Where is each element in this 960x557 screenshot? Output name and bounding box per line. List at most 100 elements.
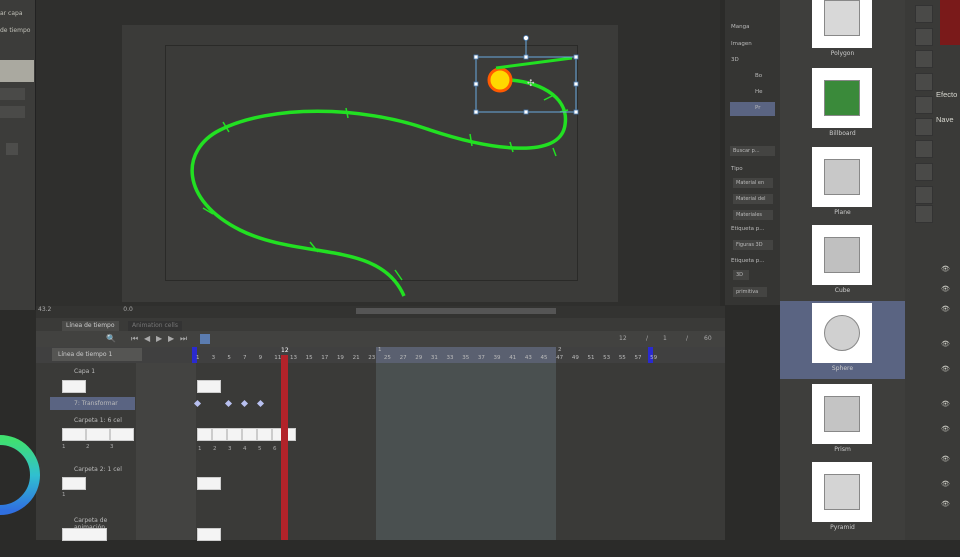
eye-icon[interactable]: 👁 xyxy=(941,500,950,508)
left-panel: ar capa de tiempo xyxy=(0,0,36,310)
tree-item-manga[interactable]: Manga xyxy=(731,24,749,30)
blend-dropdown[interactable] xyxy=(0,88,25,100)
layer-thumbnail[interactable] xyxy=(0,60,34,82)
zoom-value[interactable]: 43.2 xyxy=(38,306,51,313)
material-thumbnail xyxy=(812,68,872,128)
last-frame-button[interactable]: ⏭ xyxy=(180,334,187,344)
keyframe[interactable] xyxy=(240,399,249,408)
material-plane[interactable]: Plane xyxy=(780,145,905,223)
tree-item[interactable]: Bo xyxy=(755,73,762,79)
material-polygon[interactable]: Polygon xyxy=(780,0,905,64)
cell[interactable] xyxy=(197,528,221,541)
material-sphere[interactable]: Sphere xyxy=(780,301,905,379)
cell-number: 1 xyxy=(62,444,66,450)
eye-icon[interactable]: 👁 xyxy=(941,400,950,408)
eye-icon[interactable]: 👁 xyxy=(941,455,950,463)
tipo-label: Tipo xyxy=(731,166,743,172)
keyframe[interactable] xyxy=(225,399,233,408)
eye-icon[interactable]: 👁 xyxy=(941,305,950,313)
color-wheel[interactable] xyxy=(0,395,40,555)
first-frame-button[interactable]: ⏮ xyxy=(131,334,138,344)
tag-button[interactable]: primitiva xyxy=(733,287,767,297)
material-label: Billboard xyxy=(829,130,856,137)
material-billboard[interactable]: Billboard xyxy=(780,66,905,144)
tree-item-selected[interactable]: Pr xyxy=(730,102,775,116)
play-button[interactable]: ▶ xyxy=(156,334,162,343)
material-prism[interactable]: Prism xyxy=(780,382,905,460)
keyframe-ticks xyxy=(202,95,569,281)
cell[interactable] xyxy=(257,428,272,441)
separator: / xyxy=(646,335,649,342)
cell-number: 4 xyxy=(243,446,247,452)
eye-icon[interactable]: 👁 xyxy=(941,480,950,488)
type-button[interactable]: Material en xyxy=(733,178,773,188)
cell[interactable] xyxy=(110,428,134,441)
playhead[interactable]: 12 xyxy=(281,347,289,540)
cell[interactable] xyxy=(62,477,86,490)
cell[interactable] xyxy=(212,428,227,441)
keyframe[interactable] xyxy=(256,399,264,408)
material-pyramid[interactable]: Pyramid xyxy=(780,460,905,538)
current-frame: 12 xyxy=(619,335,627,342)
next-frame-button[interactable]: ▶ xyxy=(168,334,174,343)
cell[interactable] xyxy=(197,428,212,441)
frame-number: 7 xyxy=(242,355,247,361)
eye-icon[interactable]: 👁 xyxy=(941,365,950,373)
section-marker: 2 xyxy=(558,347,562,353)
material-label: Sphere xyxy=(831,365,854,372)
search-button[interactable]: Buscar p... xyxy=(730,146,775,156)
horizontal-scrollbar[interactable] xyxy=(356,308,556,314)
material-thumbnail xyxy=(812,384,872,444)
prev-frame-button[interactable]: ◀ xyxy=(144,334,150,343)
eye-icon[interactable]: 👁 xyxy=(941,340,950,348)
layer-row-selected[interactable]: 7: Transformar xyxy=(50,397,135,410)
eye-icon[interactable]: 👁 xyxy=(941,265,950,273)
eye-icon[interactable]: 👁 xyxy=(941,285,950,293)
frame-number: 9 xyxy=(258,355,263,361)
frame-number: 27 xyxy=(399,355,407,361)
pre-range xyxy=(136,363,196,540)
frame-number: 25 xyxy=(383,355,391,361)
cell[interactable] xyxy=(86,428,110,441)
material-thumbnail xyxy=(812,462,872,522)
tree-item-image[interactable]: Imagen xyxy=(731,41,752,47)
layer-row[interactable]: Carpeta de animación xyxy=(50,514,135,531)
opacity-dropdown[interactable] xyxy=(0,106,25,118)
eye-icon[interactable]: 👁 xyxy=(941,425,950,433)
zoom-out-icon[interactable]: 🔍 xyxy=(106,334,116,343)
left-item[interactable]: de tiempo xyxy=(0,27,30,34)
layer-row[interactable]: Capa 1 xyxy=(50,365,135,378)
angle-value[interactable]: 0.0 xyxy=(123,306,133,313)
cell[interactable] xyxy=(197,380,221,393)
type-button[interactable]: Material del xyxy=(733,194,773,204)
frame-number: 37 xyxy=(477,355,485,361)
tag-button[interactable]: 3D xyxy=(733,270,749,280)
section-marker: 1 xyxy=(378,347,382,353)
tab-animation-cells[interactable]: Animation cells xyxy=(128,321,182,331)
center-icon: ✣ xyxy=(527,79,535,89)
tag-button[interactable]: Figuras 3D xyxy=(733,240,773,250)
layer-row[interactable]: Carpeta 1: 6 cel xyxy=(50,414,135,427)
motion-path[interactable]: ✣ xyxy=(36,0,720,306)
cell[interactable] xyxy=(242,428,257,441)
cell[interactable] xyxy=(62,428,86,441)
tab-timeline[interactable]: Línea de tiempo xyxy=(62,321,119,331)
cell-number: 3 xyxy=(110,444,114,450)
playhead-label: 12 xyxy=(281,347,289,354)
tool-button[interactable] xyxy=(6,143,18,155)
left-item[interactable]: ar capa xyxy=(0,10,23,17)
frame-number: 35 xyxy=(462,355,470,361)
panel-label-navigator: Nave xyxy=(935,115,955,124)
type-button[interactable]: Materiales xyxy=(733,210,773,220)
frame-number: 55 xyxy=(618,355,626,361)
material-cube[interactable]: Cube xyxy=(780,223,905,301)
tree-item-3d[interactable]: 3D xyxy=(731,57,739,63)
frame-number: 47 xyxy=(556,355,564,361)
timeline-selector[interactable]: Línea de tiempo 1 xyxy=(52,348,142,361)
cell[interactable] xyxy=(197,477,221,490)
tree-item[interactable]: He xyxy=(755,89,763,95)
layer-row[interactable]: Carpeta 2: 1 cel xyxy=(50,463,135,476)
cell[interactable] xyxy=(227,428,242,441)
onion-skin-button[interactable] xyxy=(200,334,210,344)
cell[interactable] xyxy=(62,528,107,541)
